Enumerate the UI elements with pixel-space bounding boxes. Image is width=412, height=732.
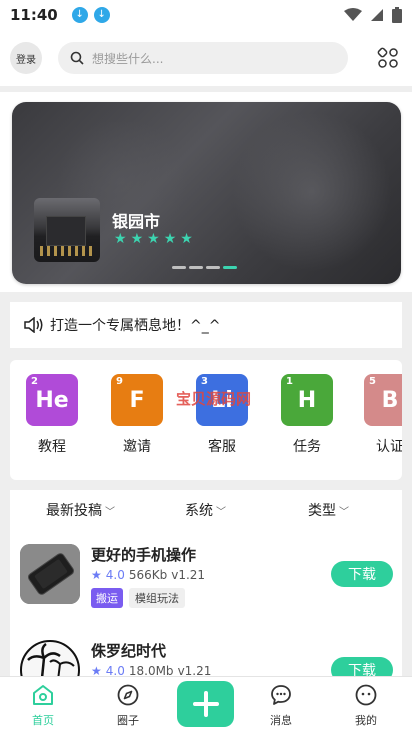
- resource-list: 更好的手机操作 ★ 4.0 566Kb v1.21 搬运 模组玩法 下载 侏罗纪…: [10, 530, 402, 680]
- status-bar: 11:40 ↓ ↓: [0, 0, 412, 30]
- list-item[interactable]: 更好的手机操作 ★ 4.0 566Kb v1.21 搬运 模组玩法 下载: [10, 530, 402, 620]
- star-icon: ★: [147, 231, 160, 247]
- category-support[interactable]: 3 Li 客服: [190, 374, 254, 456]
- category-invite[interactable]: 9 F 邀请: [105, 374, 169, 456]
- nav-label: 消息: [270, 714, 292, 727]
- banner-section: 银园市 ★ ★ ★ ★ ★: [0, 92, 412, 292]
- carousel-dot[interactable]: [172, 266, 186, 269]
- top-header: 登录 想搜些什么...: [0, 30, 412, 86]
- category-grid: 2 He 教程 9 F 邀请 3 Li 客服 1 H 任务 5 B 认证 宝贝源…: [10, 360, 402, 480]
- phone-icon: [20, 544, 80, 604]
- filter-system[interactable]: 系统 ﹀: [185, 500, 226, 520]
- plus-icon: [192, 691, 219, 717]
- home-icon: [33, 685, 53, 705]
- announcement-bar[interactable]: 打造一个专属栖息地！^_^: [10, 302, 402, 348]
- carousel-dot[interactable]: [189, 266, 203, 269]
- tag-badge: 搬运: [91, 588, 123, 608]
- banner-carousel[interactable]: 银园市 ★ ★ ★ ★ ★: [12, 102, 401, 284]
- nav-home[interactable]: 首页: [13, 683, 73, 728]
- download-button[interactable]: 下载: [331, 561, 393, 587]
- banner-rating: ★ ★ ★ ★ ★: [114, 232, 193, 246]
- tasks-icon: 1 H: [281, 374, 333, 426]
- tutorial-icon: 2 He: [26, 374, 78, 426]
- category-label: 认证: [376, 439, 402, 455]
- nav-label: 我的: [355, 714, 377, 727]
- nav-label: 首页: [32, 714, 54, 727]
- profile-icon: [355, 684, 377, 706]
- category-label: 邀请: [123, 439, 151, 455]
- palm-tree-icon: [20, 640, 80, 680]
- carousel-dot[interactable]: [223, 266, 237, 269]
- status-time: 11:40: [10, 6, 58, 24]
- star-icon: ★: [130, 231, 144, 247]
- filter-type[interactable]: 类型 ﹀: [308, 500, 349, 520]
- search-input[interactable]: 想搜些什么...: [58, 42, 348, 74]
- menu-grid-button[interactable]: [374, 44, 402, 72]
- verify-icon: 5 B: [364, 374, 402, 426]
- search-placeholder: 想搜些什么...: [92, 51, 164, 66]
- chevron-down-icon: ﹀: [216, 506, 226, 518]
- carousel-dot[interactable]: [206, 266, 220, 269]
- nav-profile[interactable]: 我的: [336, 683, 396, 728]
- star-icon: ★: [163, 231, 177, 247]
- filter-latest[interactable]: 最新投稿 ﹀: [46, 500, 115, 520]
- message-icon: [271, 685, 291, 705]
- category-tutorial[interactable]: 2 He 教程: [20, 374, 84, 456]
- star-icon: ★: [180, 231, 193, 247]
- nav-messages[interactable]: 消息: [251, 683, 311, 728]
- chevron-down-icon: ﹀: [339, 506, 349, 518]
- carousel-indicator: [172, 266, 237, 269]
- category-verify[interactable]: 5 B 认证: [358, 374, 402, 456]
- star-icon: ★: [114, 231, 127, 247]
- filter-bar: 最新投稿 ﹀ 系统 ﹀ 类型 ﹀: [10, 490, 402, 530]
- download-icon: ↓: [71, 7, 88, 23]
- search-icon: [70, 51, 84, 65]
- speaker-icon: [24, 317, 43, 333]
- compass-icon: [117, 684, 139, 706]
- signal-icon: [371, 9, 383, 21]
- nav-circle[interactable]: 圈子: [98, 683, 158, 728]
- grid-icon: [377, 47, 398, 68]
- list-item[interactable]: 侏罗纪时代 ★ 4.0 18.0Mb v1.21 下载: [10, 626, 402, 680]
- category-label: 任务: [293, 439, 321, 455]
- item-thumbnail: [20, 640, 80, 680]
- announcement-text: 打造一个专属栖息地！^_^: [50, 318, 221, 334]
- tag-badge: 模组玩法: [129, 588, 185, 608]
- banner-background: [232, 112, 392, 272]
- item-title: 更好的手机操作: [91, 546, 197, 564]
- item-thumbnail: [20, 544, 80, 604]
- create-post-button[interactable]: [177, 681, 234, 727]
- wifi-icon: [344, 8, 362, 21]
- item-title: 侏罗纪时代: [91, 642, 167, 660]
- battery-icon: [392, 7, 402, 23]
- banner-thumbnail: [34, 198, 100, 262]
- category-tasks[interactable]: 1 H 任务: [275, 374, 339, 456]
- chevron-down-icon: ﹀: [105, 506, 115, 518]
- download-icon: ↓: [93, 7, 110, 23]
- item-meta: ★ 4.0 566Kb v1.21: [91, 568, 206, 582]
- nav-label: 圈子: [117, 714, 139, 727]
- item-tags: 搬运 模组玩法: [91, 588, 185, 608]
- invite-icon: 9 F: [111, 374, 163, 426]
- banner-title: 银园市: [112, 212, 161, 231]
- category-label: 客服: [208, 439, 236, 455]
- star-icon: ★: [91, 568, 102, 582]
- category-label: 教程: [38, 439, 66, 455]
- watermark: 宝贝源码网: [176, 390, 252, 408]
- login-button[interactable]: 登录: [10, 42, 42, 74]
- bottom-navigation: 首页 圈子 消息 我的: [0, 676, 412, 732]
